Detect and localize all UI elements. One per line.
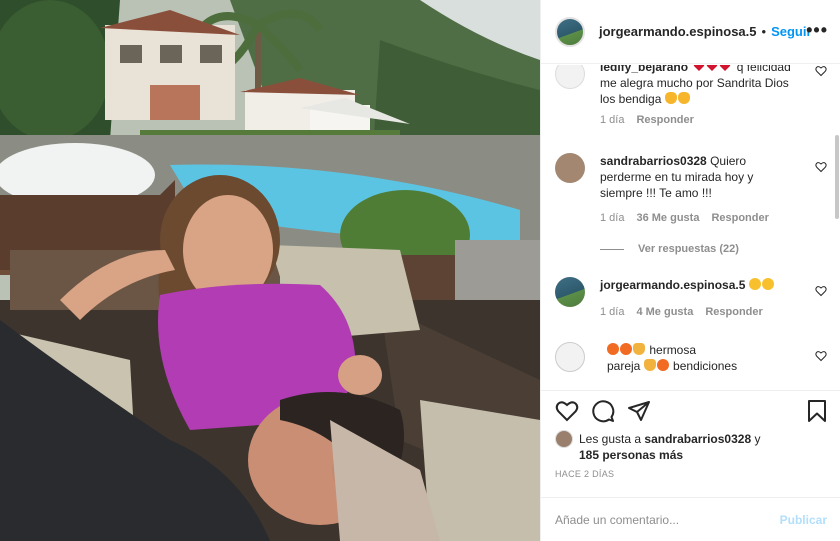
comment-input[interactable] (555, 512, 780, 527)
face-emoji-icon (748, 278, 761, 290)
comment-time[interactable]: 1 día (600, 306, 624, 318)
like-comment-heart-icon[interactable] (815, 285, 827, 297)
more-options-icon[interactable]: ••• (806, 20, 828, 41)
post-timestamp[interactable]: HACE 2 DÍAS (555, 469, 614, 479)
comment-meta: 1 día 4 Me gusta Responder (600, 306, 763, 318)
separator-dot: • (761, 24, 767, 39)
comment-time[interactable]: 1 día (600, 114, 624, 126)
clapping-hands-emoji-icon (664, 92, 677, 104)
like-heart-icon[interactable] (555, 399, 579, 423)
author-avatar[interactable] (555, 16, 585, 47)
view-replies-label: Ver respuestas (22) (638, 243, 739, 255)
like-comment-heart-icon[interactable] (815, 350, 827, 362)
comments-list[interactable]: ledify_bejarano q felicidad me alegra mu… (541, 65, 840, 390)
likes-prefix: Les gusta a (579, 432, 642, 446)
comment-meta: 1 día Responder (600, 114, 694, 126)
liker-username[interactable]: sandrabarrios0328 (644, 432, 751, 446)
comments-scrollbar[interactable] (835, 135, 839, 219)
star-struck-emoji-icon (607, 343, 619, 355)
post-header: jorgearmando.espinosa.5 • Seguir ••• (541, 0, 840, 64)
publish-button[interactable]: Publicar (780, 513, 827, 527)
add-comment-bar: Publicar (541, 497, 840, 541)
post-actions: Les gusta a sandrabarrios0328 y 185 pers… (541, 390, 840, 541)
comment-username[interactable]: jorgearmando.espinosa.5 (600, 278, 745, 292)
praying-hands-emoji-icon (633, 343, 645, 355)
comment-content-part2: pareja (607, 359, 641, 373)
comment-username[interactable]: ledify_bejarano (600, 65, 688, 74)
likes-others[interactable]: 185 personas más (579, 448, 683, 462)
hearts-emoji-icon (694, 65, 731, 71)
comment-bubble-icon[interactable] (591, 399, 615, 423)
comment-time[interactable]: 1 día (600, 212, 624, 224)
star-struck-emoji-icon (620, 343, 632, 355)
likes-summary: Les gusta a sandrabarrios0328 y 185 pers… (555, 430, 760, 463)
likes-text: Les gusta a sandrabarrios0328 y 185 pers… (579, 431, 760, 463)
liker-avatar[interactable] (555, 430, 573, 448)
comment-username[interactable]: sandrabarrios0328 (600, 154, 707, 168)
commenter-avatar[interactable] (555, 65, 585, 89)
clapping-hands-emoji-icon (677, 92, 690, 104)
action-icons-row (555, 399, 829, 423)
star-struck-emoji-icon (656, 359, 669, 371)
reply-button[interactable]: Responder (711, 212, 768, 224)
save-bookmark-icon[interactable] (805, 399, 829, 423)
share-send-icon[interactable] (627, 399, 651, 423)
commenter-avatar[interactable] (555, 277, 585, 307)
likes-connector: y (754, 432, 761, 446)
praying-hands-emoji-icon (643, 359, 656, 371)
comment-content-part1: hermosa (649, 343, 697, 357)
reply-button[interactable]: Responder (705, 306, 762, 318)
post-side-panel: jorgearmando.espinosa.5 • Seguir ••• led… (540, 0, 840, 541)
comment-content-part3: bendiciones (673, 359, 738, 373)
reply-button[interactable]: Responder (636, 114, 693, 126)
view-replies-button[interactable]: Ver respuestas (22) (600, 243, 739, 255)
comment-likes[interactable]: 4 Me gusta (636, 306, 693, 318)
replies-divider (600, 248, 624, 250)
comment-text: hermosa pareja bendiciones (607, 342, 802, 374)
comment-likes[interactable]: 36 Me gusta (636, 212, 699, 224)
comment-text: ledify_bejarano q felicidad me alegra mu… (600, 65, 795, 107)
like-comment-heart-icon[interactable] (815, 161, 827, 173)
author-username[interactable]: jorgearmando.espinosa.5 (599, 24, 757, 39)
commenter-avatar[interactable] (555, 342, 585, 372)
comment-meta: 1 día 36 Me gusta Responder (600, 212, 769, 224)
comment-text: jorgearmando.espinosa.5 (600, 277, 795, 293)
commenter-avatar[interactable] (555, 153, 585, 183)
post-image (0, 0, 540, 541)
like-comment-heart-icon[interactable] (815, 65, 827, 77)
face-emoji-icon (761, 278, 774, 290)
comment-text: sandrabarrios0328 Quiero perderme en tu … (600, 153, 795, 201)
post-photo[interactable] (0, 0, 540, 541)
